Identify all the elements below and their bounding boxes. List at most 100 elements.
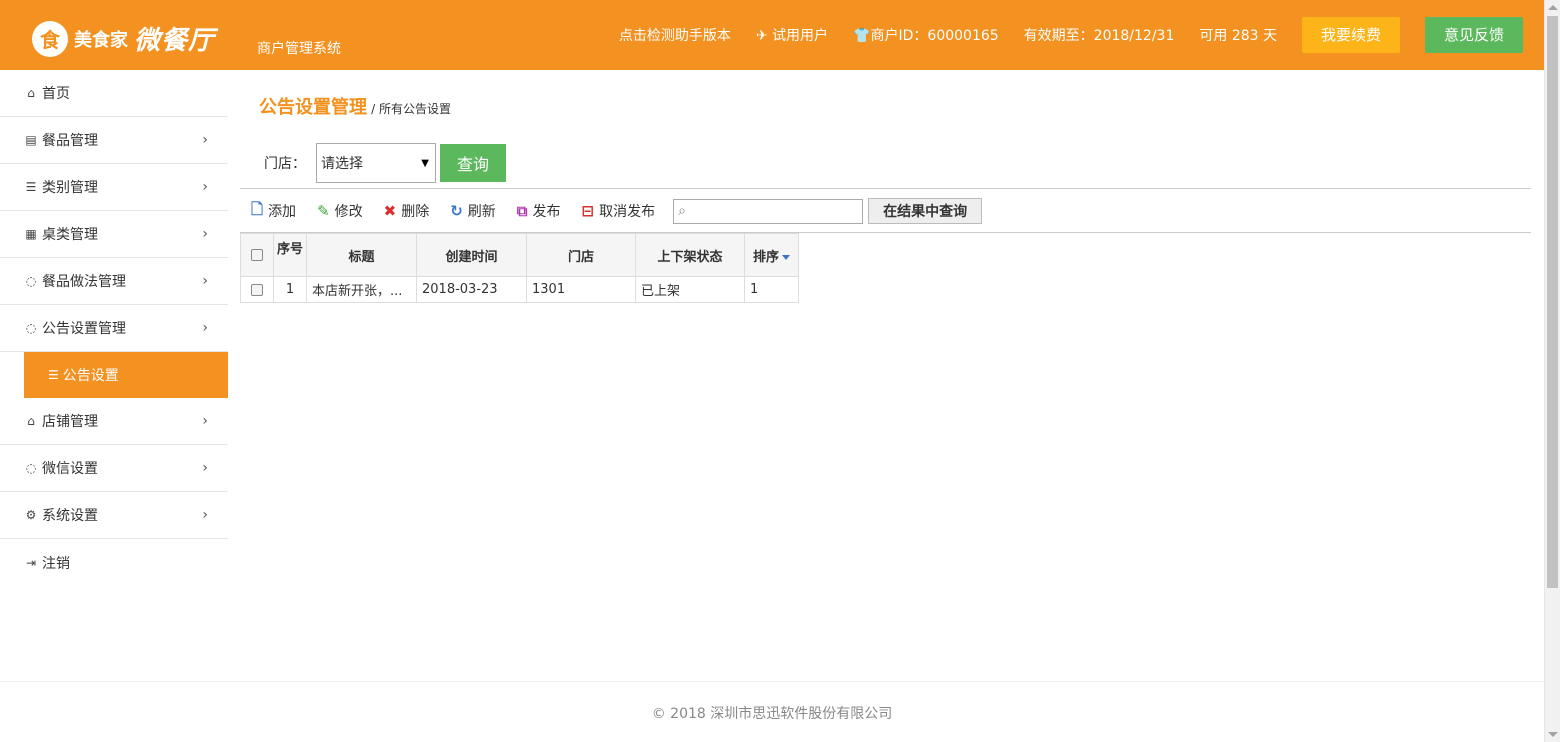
logo[interactable]: 食 美食家 微餐厅 <box>32 20 215 57</box>
refresh-icon: ↻ <box>450 202 463 220</box>
column-header-index: 序号 <box>273 233 307 277</box>
toolbar: 🗋 添加 ✎ 修改 ✖ 删除 ↻ 刷新 ⧉ 发布 ⊟ 取消发布 ⌕ 在结果中查询 <box>240 194 1531 228</box>
sidebar-item-dish-method-management[interactable]: ◌ 餐品做法管理 › <box>0 258 228 305</box>
logo-food-icon: 食 <box>32 20 68 57</box>
store-label: 门店： <box>264 156 306 172</box>
logo-brand-text: 美食家 <box>74 29 128 51</box>
sidebar-item-label: 系统设置 <box>42 508 98 524</box>
shirt-icon: 👕 <box>853 28 871 44</box>
sidebar-item-label: 类别管理 <box>42 180 98 196</box>
sidebar-item-category-management[interactable]: ☰ 类别管理 › <box>0 164 228 211</box>
sidebar-item-dish-management[interactable]: ▤ 餐品管理 › <box>0 117 228 164</box>
query-button[interactable]: 查询 <box>440 144 506 182</box>
column-header-store[interactable]: 门店 <box>526 233 636 277</box>
sidebar-item-label: 桌类管理 <box>42 227 98 243</box>
page-title: 公告设置管理 / 所有公告设置 <box>259 93 451 119</box>
column-header-order[interactable]: 排序 <box>744 233 799 277</box>
search-in-results-button[interactable]: 在结果中查询 <box>868 198 983 224</box>
chevron-right-icon: › <box>202 226 208 242</box>
refresh-button[interactable]: ↻ 刷新 <box>450 201 496 221</box>
sidebar-item-logout[interactable]: ⇥ 注销 <box>0 539 228 586</box>
sort-desc-icon <box>782 254 790 260</box>
scrollbar-thumb[interactable] <box>1547 16 1558 588</box>
indent-icon: ☰ <box>48 368 59 382</box>
sidebar-item-system-settings[interactable]: ⚙ 系统设置 › <box>0 492 228 539</box>
sidebar-item-label: 店铺管理 <box>42 414 98 430</box>
search-icon: ⌕ <box>678 202 686 219</box>
check-version-link[interactable]: 点击检测助手版本 <box>619 25 731 45</box>
divider <box>240 188 1531 189</box>
valid-until: 有效期至：2018/12/31 <box>1023 28 1175 44</box>
announcement-table: 序号 标题 创建时间 门店 上下架状态 排序 1 本店新开张，... 2018-… <box>240 233 799 303</box>
chevron-right-icon: › <box>202 132 208 148</box>
sidebar-subitem-announcement-settings[interactable]: ☰ 公告设置 <box>24 352 228 398</box>
footer-copyright: © 2018 深圳市思迅软件股份有限公司 <box>651 706 893 722</box>
sidebar-item-announcement-management[interactable]: ◌ 公告设置管理 › <box>0 305 228 352</box>
edit-icon: ✎ <box>317 202 330 220</box>
gears-icon: ⚙ <box>25 508 37 522</box>
filter-bar: 门店： 请选择 ▼ 查询 <box>264 143 506 183</box>
merchant-id: 👕商户ID：60000165 <box>853 25 999 45</box>
footer-divider <box>0 681 1544 682</box>
sidebar-item-home[interactable]: ⌂ 首页 <box>0 70 228 117</box>
select-all-checkbox[interactable] <box>251 249 263 261</box>
bank-icon: ⌂ <box>27 414 35 428</box>
edit-button[interactable]: ✎ 修改 <box>317 201 363 221</box>
feedback-button[interactable]: 意见反馈 <box>1425 17 1523 53</box>
system-name: 商户管理系统 <box>257 41 341 57</box>
search-input[interactable] <box>696 199 862 222</box>
cell-index: 1 <box>273 276 307 303</box>
sidebar-item-label: 首页 <box>42 86 70 102</box>
sidebar-item-label: 微信设置 <box>42 461 98 477</box>
days-left: 可用 283 天 <box>1199 28 1277 44</box>
cell-order: 1 <box>744 276 799 303</box>
renew-button[interactable]: 我要续费 <box>1302 17 1400 53</box>
chevron-right-icon: › <box>202 507 208 523</box>
comments-icon: ◌ <box>25 274 37 288</box>
table-row[interactable]: 1 本店新开张，... 2018-03-23 1301 已上架 1 <box>240 276 799 303</box>
cell-title: 本店新开张，... <box>306 276 417 303</box>
trial-user-link[interactable]: ✈ 试用用户 <box>756 25 828 45</box>
breadcrumb: / 所有公告设置 <box>371 102 451 116</box>
sign-out-icon: ⇥ <box>25 555 37 570</box>
publish-button[interactable]: ⧉ 发布 <box>517 201 561 221</box>
top-header: 食 美食家 微餐厅 商户管理系统 点击检测助手版本 ✈ 试用用户 👕商户ID：6… <box>0 0 1544 70</box>
logo-product-text: 微餐厅 <box>134 26 216 56</box>
search-box: ⌕ <box>673 198 864 224</box>
sidebar-item-label: 注销 <box>42 555 70 572</box>
column-header-status[interactable]: 上下架状态 <box>635 233 745 277</box>
sidebar-item-wechat-settings[interactable]: ◌ 微信设置 › <box>0 445 228 492</box>
sidebar-item-label: 公告设置管理 <box>42 321 126 337</box>
unpublish-icon: ⊟ <box>581 202 595 220</box>
select-all-header <box>240 233 274 277</box>
header-right: 点击检测助手版本 ✈ 试用用户 👕商户ID：60000165 有效期至：2018… <box>594 0 1544 70</box>
publish-label: 发布 <box>532 204 561 220</box>
home-icon: ⌂ <box>27 86 35 100</box>
store-select-value: 请选择 <box>321 156 363 172</box>
merchant-id-label: 商户ID：60000165 <box>870 28 999 44</box>
store-select[interactable]: 请选择 ▼ <box>316 143 436 183</box>
row-checkbox[interactable] <box>251 283 263 296</box>
vertical-scrollbar[interactable] <box>1544 0 1560 742</box>
unpublish-label: 取消发布 <box>599 204 656 220</box>
comments-icon: ◌ <box>25 461 37 475</box>
list-icon: ☰ <box>25 180 37 194</box>
publish-icon: ⧉ <box>516 202 528 220</box>
sidebar-item-table-management[interactable]: ▦ 桌类管理 › <box>0 211 228 258</box>
column-header-created[interactable]: 创建时间 <box>416 233 527 277</box>
sidebar-item-label: 餐品做法管理 <box>42 274 126 290</box>
sidebar-item-label: 餐品管理 <box>42 133 98 149</box>
scroll-down-icon[interactable] <box>1548 732 1558 737</box>
chevron-right-icon: › <box>202 179 208 195</box>
delete-button[interactable]: ✖ 删除 <box>384 201 430 221</box>
delete-label: 删除 <box>401 204 430 220</box>
scroll-up-icon[interactable] <box>1548 5 1558 10</box>
add-label: 添加 <box>268 204 297 220</box>
add-button[interactable]: 🗋 添加 <box>251 199 296 224</box>
unpublish-button[interactable]: ⊟ 取消发布 <box>582 201 656 221</box>
column-header-title[interactable]: 标题 <box>306 233 417 277</box>
sidebar-item-shop-management[interactable]: ⌂ 店铺管理 › <box>0 398 228 445</box>
edit-label: 修改 <box>334 204 363 220</box>
refresh-label: 刷新 <box>467 204 496 220</box>
caret-down-icon: ▼ <box>421 158 429 169</box>
